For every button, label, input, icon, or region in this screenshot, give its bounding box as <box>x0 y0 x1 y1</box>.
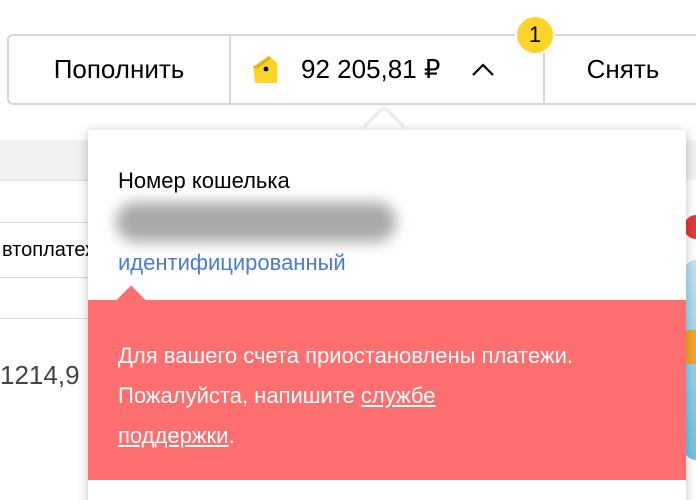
support-link[interactable]: поддержки <box>118 423 228 448</box>
wallet-info-popup: Номер кошелька идентифицированный Для ва… <box>88 130 686 500</box>
payments-suspended-alert: Для вашего счета приостановлены платежи.… <box>88 285 686 480</box>
wallet-icon <box>249 53 283 87</box>
support-link[interactable]: службе <box>361 383 436 408</box>
withdraw-button[interactable]: Снять <box>545 36 696 103</box>
topup-button[interactable]: Пополнить <box>9 36 231 103</box>
wallet-number-label: Номер кошелька <box>118 168 290 193</box>
wallet-toolbar: Пополнить 92 205,81 ₽ Снять <box>7 34 696 105</box>
transaction-amount: 1214,9 <box>0 360 80 390</box>
balance-button[interactable]: 92 205,81 ₽ <box>231 36 545 103</box>
wallet-number-redacted <box>116 202 396 242</box>
alert-pointer <box>115 285 147 317</box>
notification-badge[interactable]: 1 <box>515 15 555 55</box>
alert-message: Для вашего счета приостановлены платежи.… <box>118 343 573 448</box>
chevron-up-icon <box>470 57 496 83</box>
balance-amount: 92 205,81 ₽ <box>301 54 441 84</box>
wallet-status-link[interactable]: идентифицированный <box>118 250 346 276</box>
